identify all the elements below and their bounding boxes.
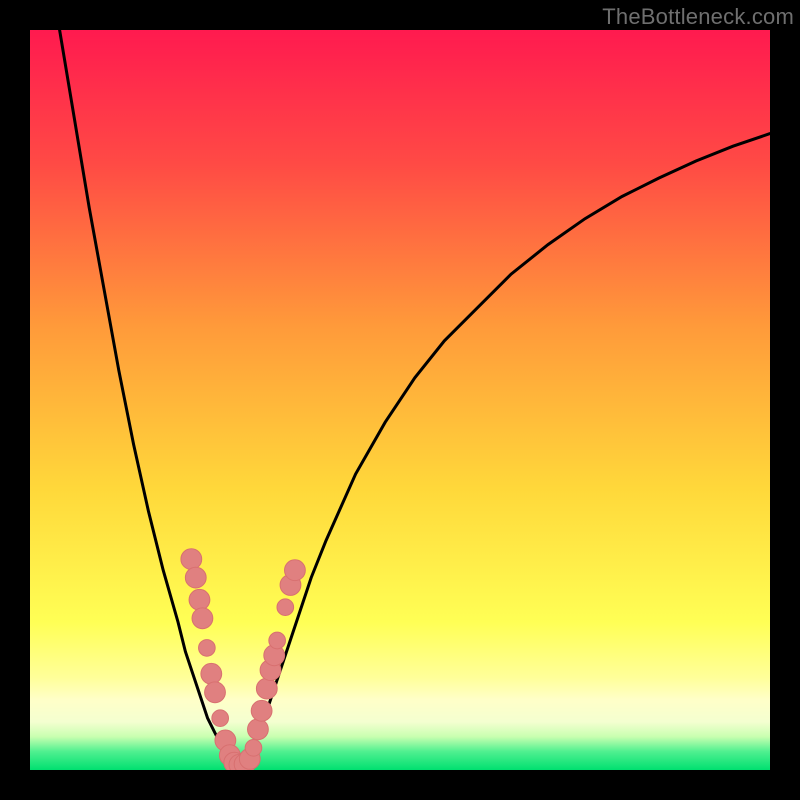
data-marker (256, 678, 277, 699)
data-marker (192, 608, 213, 629)
data-marker (251, 700, 272, 721)
data-marker (212, 710, 229, 727)
data-marker (269, 632, 286, 649)
data-marker (189, 589, 210, 610)
watermark-text: TheBottleneck.com (602, 4, 794, 30)
data-marker (248, 719, 269, 740)
data-marker (181, 549, 202, 570)
chart-frame (30, 30, 770, 770)
data-marker (201, 663, 222, 684)
data-marker (285, 560, 306, 581)
data-marker (199, 640, 216, 657)
data-marker (185, 567, 206, 588)
data-marker (205, 682, 226, 703)
data-marker (245, 739, 262, 756)
data-marker (277, 599, 294, 616)
chart-svg (30, 30, 770, 770)
